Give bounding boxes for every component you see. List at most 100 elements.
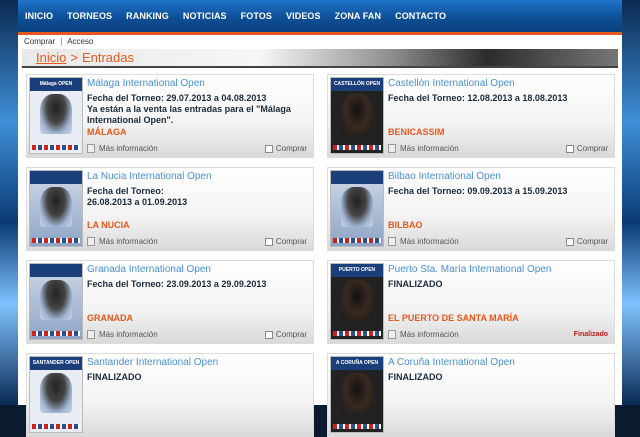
more-info-label: Más información	[400, 144, 459, 153]
ticket-card-la-nucia: La Nucia International Open Fecha del To…	[26, 167, 314, 251]
player-image	[341, 187, 373, 227]
ticket-card-granada: Granada International Open Fecha del Tor…	[26, 260, 314, 344]
tournament-poster[interactable]	[29, 263, 83, 340]
buy-label: Comprar	[576, 144, 608, 153]
tournament-poster[interactable]: SANTANDER OPEN	[29, 356, 83, 433]
document-icon	[87, 330, 95, 339]
tournament-title[interactable]: Castellón International Open	[388, 78, 515, 89]
tournament-title[interactable]: Granada International Open	[87, 264, 211, 275]
document-icon	[388, 330, 396, 339]
poster-label: SANTANDER OPEN	[30, 357, 82, 370]
sponsor-logos	[333, 145, 381, 150]
more-info-label: Más información	[99, 237, 158, 246]
ticket-card-santander: SANTANDER OPEN Santander International O…	[26, 353, 314, 437]
buy-link[interactable]: Comprar	[565, 144, 608, 153]
tournament-city: GRANADA	[87, 313, 133, 323]
buy-link[interactable]: Comprar	[264, 237, 307, 246]
tournament-poster[interactable]	[29, 170, 83, 247]
status-badge: Finalizado	[573, 331, 608, 338]
tournament-city: MÁLAGA	[87, 127, 127, 137]
sponsor-logos	[32, 145, 80, 150]
cart-icon	[264, 330, 273, 339]
sponsor-logos	[333, 424, 381, 429]
login-link[interactable]: Acceso	[67, 37, 93, 46]
poster-label: A CORUÑA OPEN	[331, 357, 383, 370]
nav-item-videos[interactable]: VIDEOS	[286, 11, 321, 21]
tournament-poster[interactable]: A CORUÑA OPEN	[330, 356, 384, 433]
player-image	[40, 187, 72, 227]
more-info-link[interactable]: Más información	[388, 237, 459, 246]
user-links-bar: Comprar | Acceso	[18, 35, 622, 49]
player-image	[341, 373, 373, 413]
ticket-card-puerto-sta-maria: PUERTO OPEN Puerto Sta. María Internatio…	[327, 260, 615, 344]
player-image	[341, 280, 373, 320]
cart-icon	[264, 237, 273, 246]
tournament-title[interactable]: Málaga International Open	[87, 78, 205, 89]
buy-label: Comprar	[275, 330, 307, 339]
breadcrumb: Inicio > Entradas	[22, 49, 618, 68]
tournament-title[interactable]: Bilbao International Open	[388, 171, 501, 182]
breadcrumb-separator: >	[70, 50, 78, 65]
nav-item-contacto[interactable]: CONTACTO	[395, 11, 446, 21]
tournament-city: BILBAO	[388, 220, 423, 230]
more-info-link[interactable]: Más información	[388, 330, 459, 339]
tournament-description: Fecha del Torneo: 23.09.2013 a 29.09.201…	[87, 279, 267, 289]
nav-item-inicio[interactable]: INICIO	[25, 11, 53, 21]
ticket-card-a-coruna: A CORUÑA OPEN A Coruña International Ope…	[327, 353, 615, 437]
breadcrumb-home-link[interactable]: Inicio	[36, 50, 66, 65]
tournament-description: FINALIZADO	[87, 372, 142, 382]
nav-item-ranking[interactable]: RANKING	[126, 11, 169, 21]
buy-label: Comprar	[275, 144, 307, 153]
document-icon	[87, 144, 95, 153]
tournament-city: BENICASSIM	[388, 127, 445, 137]
link-separator: |	[60, 37, 63, 46]
tournament-poster[interactable]	[330, 170, 384, 247]
poster-label: PUERTO OPEN	[331, 264, 383, 277]
tournament-poster[interactable]: Málaga OPEN	[29, 77, 83, 154]
nav-item-torneos[interactable]: TORNEOS	[67, 11, 112, 21]
player-image	[40, 94, 72, 134]
tournament-title[interactable]: Puerto Sta. María International Open	[388, 264, 551, 275]
poster-label	[30, 264, 82, 277]
more-info-label: Más información	[400, 237, 459, 246]
tournament-description: Fecha del Torneo: 29.07.2013 a 04.08.201…	[87, 93, 291, 125]
tournament-description: FINALIZADO	[388, 372, 443, 382]
tournament-poster[interactable]: CASTELLÓN OPEN	[330, 77, 384, 154]
tournament-title[interactable]: A Coruña International Open	[388, 357, 515, 368]
buy-link[interactable]: Comprar	[24, 37, 55, 46]
nav-item-zona-fan[interactable]: ZONA FAN	[335, 11, 381, 21]
document-icon	[87, 237, 95, 246]
buy-link[interactable]: Comprar	[565, 237, 608, 246]
tournament-description: Fecha del Torneo: 09.09.2013 a 15.09.201…	[388, 186, 568, 196]
cart-icon	[565, 237, 574, 246]
poster-label: Málaga OPEN	[30, 78, 82, 91]
tournament-poster[interactable]: PUERTO OPEN	[330, 263, 384, 340]
nav-item-noticias[interactable]: NOTICIAS	[183, 11, 227, 21]
more-info-link[interactable]: Más información	[87, 237, 158, 246]
breadcrumb-current: Entradas	[81, 50, 134, 65]
sponsor-logos	[32, 424, 80, 429]
buy-link[interactable]: Comprar	[264, 330, 307, 339]
player-image	[40, 280, 72, 320]
more-info-link[interactable]: Más información	[87, 330, 158, 339]
page-container: INICIO TORNEOS RANKING NOTICIAS FOTOS VI…	[18, 0, 622, 437]
cart-icon	[264, 144, 273, 153]
ticket-card-castellon: CASTELLÓN OPEN Castellón International O…	[327, 74, 615, 158]
tournament-title[interactable]: La Nucia International Open	[87, 171, 212, 182]
buy-label: Comprar	[576, 237, 608, 246]
tournament-title[interactable]: Santander International Open	[87, 357, 218, 368]
main-nav: INICIO TORNEOS RANKING NOTICIAS FOTOS VI…	[18, 0, 622, 35]
tournament-description: Fecha del Torneo: 26.08.2013 a 01.09.201…	[87, 186, 188, 207]
ticket-card-bilbao: Bilbao International Open Fecha del Torn…	[327, 167, 615, 251]
tournament-city: EL PUERTO DE SANTA MARÍA	[388, 313, 519, 323]
player-image	[341, 94, 373, 134]
player-image	[40, 373, 72, 413]
nav-item-fotos[interactable]: FOTOS	[241, 11, 272, 21]
buy-link[interactable]: Comprar	[264, 144, 307, 153]
sponsor-logos	[32, 331, 80, 336]
more-info-link[interactable]: Más información	[87, 144, 158, 153]
cart-icon	[565, 144, 574, 153]
more-info-label: Más información	[99, 330, 158, 339]
more-info-link[interactable]: Más información	[388, 144, 459, 153]
poster-label: CASTELLÓN OPEN	[331, 78, 383, 91]
